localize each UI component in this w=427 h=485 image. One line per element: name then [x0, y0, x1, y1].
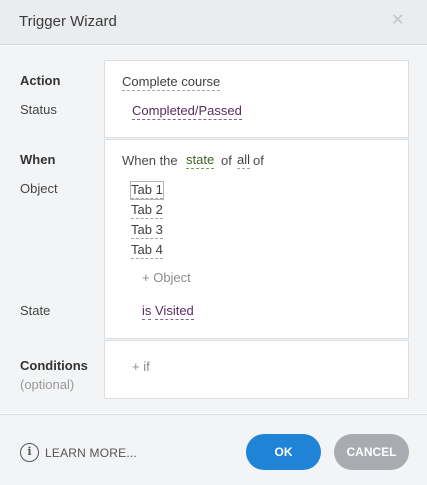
action-label: Action — [20, 73, 61, 88]
quantifier-select[interactable]: all — [237, 152, 251, 169]
title-bar: Trigger Wizard ✕ — [0, 0, 427, 45]
conditions-panel: + if — [104, 340, 409, 399]
object-item-tab-4[interactable]: Tab 4 — [131, 242, 163, 259]
dialog-footer: i LEARN MORE... OK CANCEL — [0, 414, 427, 485]
conditions-hint: (optional) — [20, 377, 75, 392]
state-value-select[interactable]: Visited — [155, 303, 194, 320]
learn-more-link[interactable]: LEARN MORE... — [45, 446, 137, 460]
when-panel: When the state of all of Tab 1 Tab 2 Tab… — [104, 139, 409, 339]
when-label: When — [20, 152, 56, 167]
ok-button[interactable]: OK — [246, 434, 321, 470]
object-item-tab-1[interactable]: Tab 1 — [130, 181, 164, 200]
add-condition-link[interactable]: + if — [132, 359, 150, 374]
cancel-button[interactable]: CANCEL — [334, 434, 409, 470]
state-label: State — [20, 303, 51, 318]
close-icon[interactable]: ✕ — [391, 11, 407, 31]
state-is-select[interactable]: is — [142, 303, 152, 320]
info-icon[interactable]: i — [20, 443, 39, 462]
object-item-tab-2[interactable]: Tab 2 — [131, 202, 163, 219]
action-panel: Complete course Completed/Passed — [104, 60, 409, 138]
status-label: Status — [20, 102, 57, 117]
when-prefix: When the — [122, 153, 178, 168]
add-object-link[interactable]: + Object — [142, 270, 191, 285]
status-select[interactable]: Completed/Passed — [132, 103, 242, 120]
when-of-suffix: of — [253, 153, 264, 168]
when-of: of — [221, 153, 232, 168]
conditions-label: Conditions — [20, 358, 88, 373]
object-item-tab-3[interactable]: Tab 3 — [131, 222, 163, 239]
action-select[interactable]: Complete course — [122, 74, 221, 91]
state-word-select[interactable]: state — [186, 152, 215, 169]
object-label: Object — [20, 181, 58, 196]
dialog-title: Trigger Wizard — [19, 13, 117, 30]
